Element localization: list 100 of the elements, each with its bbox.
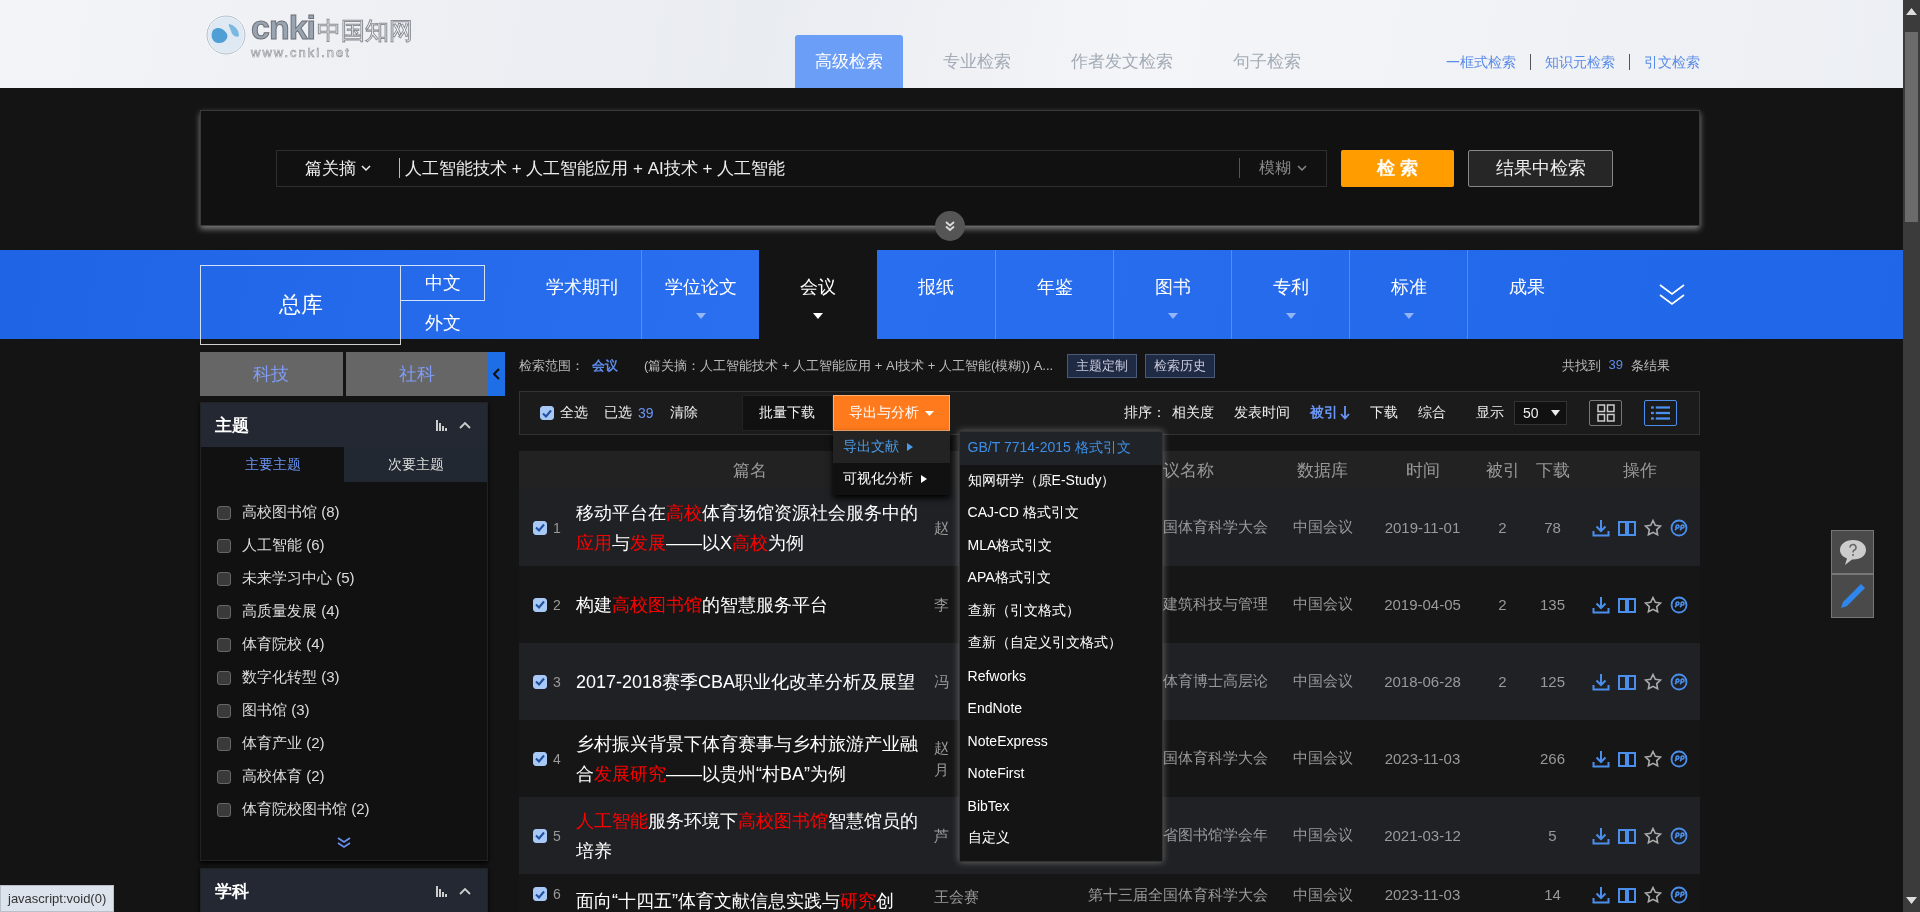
library-tab[interactable]: 总库 [200,265,400,345]
download-icon[interactable] [1592,672,1610,691]
bar-chart-icon[interactable] [436,419,449,431]
facet-option[interactable]: 未来学习中心 (5) [242,569,355,588]
checkbox[interactable] [217,604,231,619]
menu-item[interactable]: APA格式引文 [959,562,1162,595]
sort-option[interactable]: 下载 [1370,404,1398,422]
checkbox[interactable] [540,406,554,420]
database-tab[interactable]: 报纸 [877,250,995,339]
search-within-results-button[interactable]: 结果中检索 [1468,149,1613,187]
search-bar[interactable]: 篇关摘 人工智能技术 + 人工智能应用 + AI技术 + 人工智能 模糊 [276,149,1327,187]
menu-item[interactable]: 查新（自定义引文格式） [959,627,1162,660]
menu-item[interactable]: 自定义 [959,822,1162,855]
menu-item[interactable]: 知网研学（原E-Study） [959,464,1162,497]
checkbox[interactable] [217,703,231,718]
facet-option[interactable]: 数字化转型 (3) [242,668,340,687]
list-view-button[interactable] [1644,400,1677,426]
menu-item[interactable]: Refworks [959,659,1162,692]
menu-item[interactable]: 导出文献 [832,431,950,463]
conference-name[interactable]: 第十三届全国体育科学大会 [1075,886,1280,905]
quote-icon[interactable] [1670,672,1688,691]
menu-item[interactable]: BibTex [959,789,1162,822]
language-tab[interactable]: 中文 [400,265,485,301]
scrollbar[interactable] [1903,0,1920,912]
caret-up-icon[interactable] [459,421,471,429]
database-tab[interactable]: 图书 [1113,250,1231,339]
database-tab[interactable]: 年鉴 [995,250,1113,339]
checkbox[interactable] [533,674,547,689]
star-icon[interactable] [1644,595,1662,614]
collapse-tab[interactable] [488,352,505,396]
result-title[interactable]: 面向“十四五”体育文献信息实践与研究创 [570,886,930,912]
facet-option[interactable]: 高校体育 (2) [242,767,325,786]
checkbox[interactable] [533,887,547,901]
book-icon[interactable] [1618,673,1636,690]
book-icon[interactable] [1618,750,1636,767]
menu-item[interactable]: NoteExpress [959,724,1162,757]
sort-option[interactable]: 被引 [1310,404,1350,422]
database-tab[interactable]: 成果 [1467,250,1585,339]
facet-option[interactable]: 高质量发展 (4) [242,602,340,621]
quote-icon[interactable] [1670,749,1688,768]
star-icon[interactable] [1644,672,1662,691]
scope-button[interactable]: 检索历史 [1145,354,1216,378]
checkbox[interactable] [217,571,231,586]
menu-item[interactable]: GB/T 7714-2015 格式引文 [959,432,1162,465]
caret-up-icon[interactable] [459,887,471,895]
scroll-up-icon[interactable] [1906,8,1917,15]
page-size-select[interactable]: 50 [1514,401,1567,425]
download-icon[interactable] [1592,749,1610,768]
search-input-text[interactable]: 人工智能技术 + 人工智能应用 + AI技术 + 人工智能 [400,156,1239,180]
expand-button[interactable] [935,211,965,241]
scroll-down-icon[interactable] [1906,897,1917,904]
star-icon[interactable] [1644,749,1662,768]
facet-header[interactable]: 主题 [201,403,487,447]
checkbox[interactable] [217,769,231,784]
facet-option[interactable]: 图书馆 (3) [242,701,310,720]
facet-option[interactable]: 高校图书馆 (8) [242,503,340,522]
download-icon[interactable] [1592,595,1610,614]
scope-button[interactable]: 主题定制 [1067,354,1138,378]
batch-download-button[interactable]: 批量下载 [741,395,833,431]
database-tab[interactable]: 专利 [1231,250,1349,339]
sort-option[interactable]: 综合 [1418,404,1446,422]
star-icon[interactable] [1644,518,1662,537]
checkbox[interactable] [217,802,231,817]
facet-option[interactable]: 人工智能 (6) [242,536,325,555]
menu-item[interactable]: 可视化分析 [832,463,950,495]
star-icon[interactable] [1644,886,1662,904]
result-title[interactable]: 2017-2018赛季CBA职业化改革分析及展望 [570,666,930,697]
quote-icon[interactable] [1670,518,1688,537]
quote-icon[interactable] [1670,595,1688,614]
result-title[interactable]: 移动平台在高校体育场馆资源社会服务中的应用与发展——以X高校为例 [570,497,930,558]
checkbox[interactable] [217,736,231,751]
sort-option[interactable]: 发表时间 [1234,404,1290,422]
book-icon[interactable] [1618,519,1636,536]
clear-link[interactable]: 清除 [669,404,698,422]
grid-view-button[interactable] [1589,400,1622,426]
double-chevron-icon[interactable] [337,837,351,849]
scrollbar-thumb[interactable] [1905,32,1918,222]
checkbox[interactable] [533,828,547,843]
database-tab[interactable]: 学术期刊 [523,250,641,339]
checkbox[interactable] [217,505,231,520]
facet-option[interactable]: 体育院校图书馆 (2) [242,800,370,819]
checkbox[interactable] [533,520,547,535]
author-name[interactable]: 王会赛 [934,886,1075,908]
feedback-button[interactable] [1831,574,1874,618]
download-icon[interactable] [1592,826,1610,845]
double-chevron-icon[interactable] [1659,282,1685,307]
facet-option[interactable]: 体育产业 (2) [242,734,325,753]
database-tab[interactable]: 标准 [1349,250,1467,339]
checkbox[interactable] [217,670,231,685]
result-title[interactable]: 乡村振兴背景下体育赛事与乡村旅游产业融合发展研究——以贵州“村BA”为例 [570,728,930,789]
book-icon[interactable] [1618,887,1636,903]
facet-tab[interactable]: 次要主题 [344,447,487,482]
checkbox[interactable] [533,597,547,612]
help-button[interactable] [1831,530,1874,574]
facet-option[interactable]: 体育院校 (4) [242,635,325,654]
quote-icon[interactable] [1670,826,1688,845]
field-selector[interactable]: 篇关摘 [305,156,356,180]
database-tab[interactable]: 会议 [759,250,877,339]
result-title[interactable]: 人工智能服务环境下高校图书馆智慧馆员的培养 [570,805,930,866]
menu-item[interactable]: 查新（引文格式） [959,594,1162,627]
